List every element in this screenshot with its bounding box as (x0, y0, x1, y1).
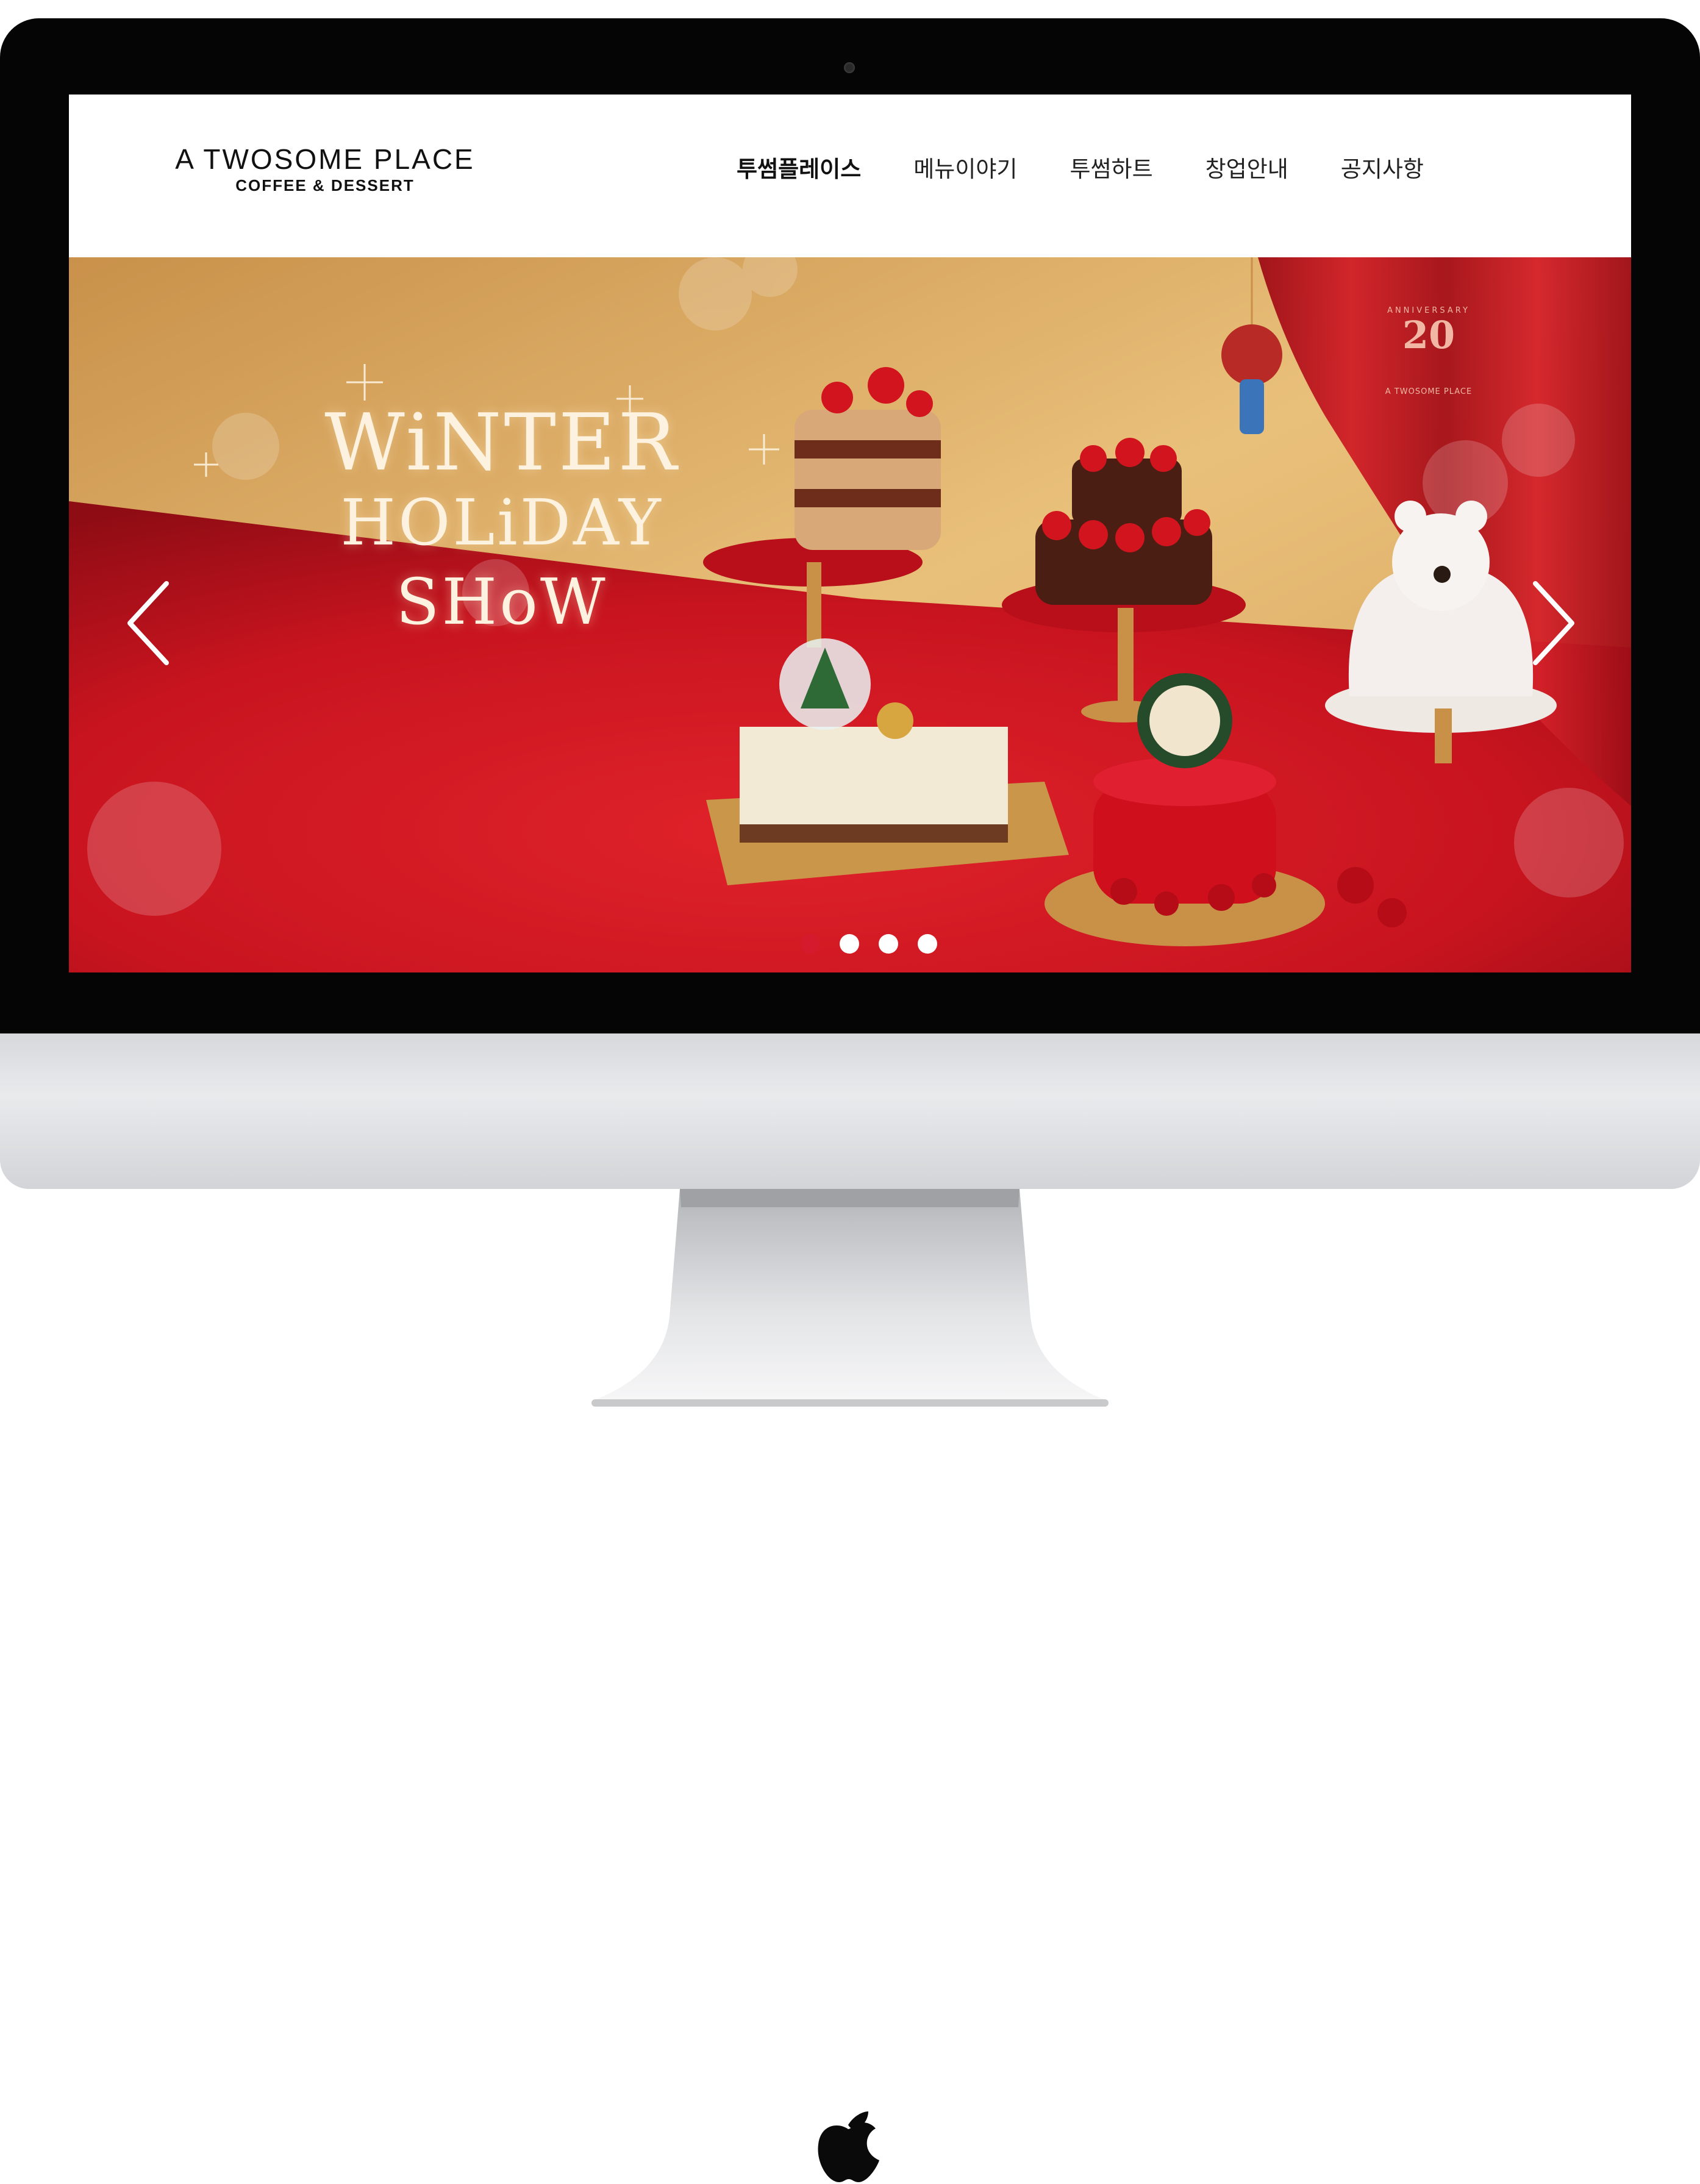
hero-title-line2: HOLiDAY SHoW (340, 485, 663, 639)
nav-item-twosome-heart[interactable]: 투썸하트 (1070, 151, 1152, 184)
anniversary-brand: A TWOSOME PLACE (1385, 387, 1473, 396)
camera-icon (844, 62, 855, 73)
monitor-stand (591, 1189, 1109, 1407)
apple-logo-icon (818, 2111, 879, 2182)
chevron-left-icon[interactable] (124, 580, 173, 666)
hero-title: WiNTER HOLiDAY SHoW (234, 404, 770, 641)
carousel-pagination (801, 934, 937, 954)
anniversary-badge: ANNIVERSARY 20 A TWOSOME PLACE (1380, 306, 1477, 410)
site-logo[interactable]: A TWOSOME PLACE COFFEE & DESSERT (166, 142, 484, 194)
nav-item-notice[interactable]: 공지사항 (1341, 151, 1424, 184)
hero-title-line1: WiNTER (324, 398, 679, 488)
hero-carousel[interactable]: WiNTER HOLiDAY SHoW ANNIVERSARY 20 A TWO… (69, 257, 1631, 972)
site-header: A TWOSOME PLACE COFFEE & DESSERT 투썸플레이스 … (69, 95, 1631, 257)
chevron-right-icon[interactable] (1529, 580, 1578, 666)
carousel-dot-2[interactable] (840, 934, 859, 954)
nav-item-twosome-place[interactable]: 투썸플레이스 (737, 151, 861, 184)
logo-tagline: COFFEE & DESSERT (235, 176, 415, 194)
anniversary-number: 20 (1402, 313, 1455, 357)
browser-screen: A TWOSOME PLACE COFFEE & DESSERT 투썸플레이스 … (69, 95, 1631, 972)
carousel-dot-4[interactable] (918, 934, 937, 954)
nav-item-franchise-info[interactable]: 창업안내 (1205, 151, 1288, 184)
main-navigation: 투썸플레이스 메뉴이야기 투썸하트 창업안내 공지사항 (737, 151, 1476, 184)
logo-wordmark: A TWOSOME PLACE (175, 143, 475, 175)
carousel-dot-1[interactable] (801, 934, 820, 954)
monitor-chin (0, 1033, 1700, 2182)
nav-item-menu-story[interactable]: 메뉴이야기 (913, 151, 1017, 184)
carousel-dot-3[interactable] (879, 934, 898, 954)
